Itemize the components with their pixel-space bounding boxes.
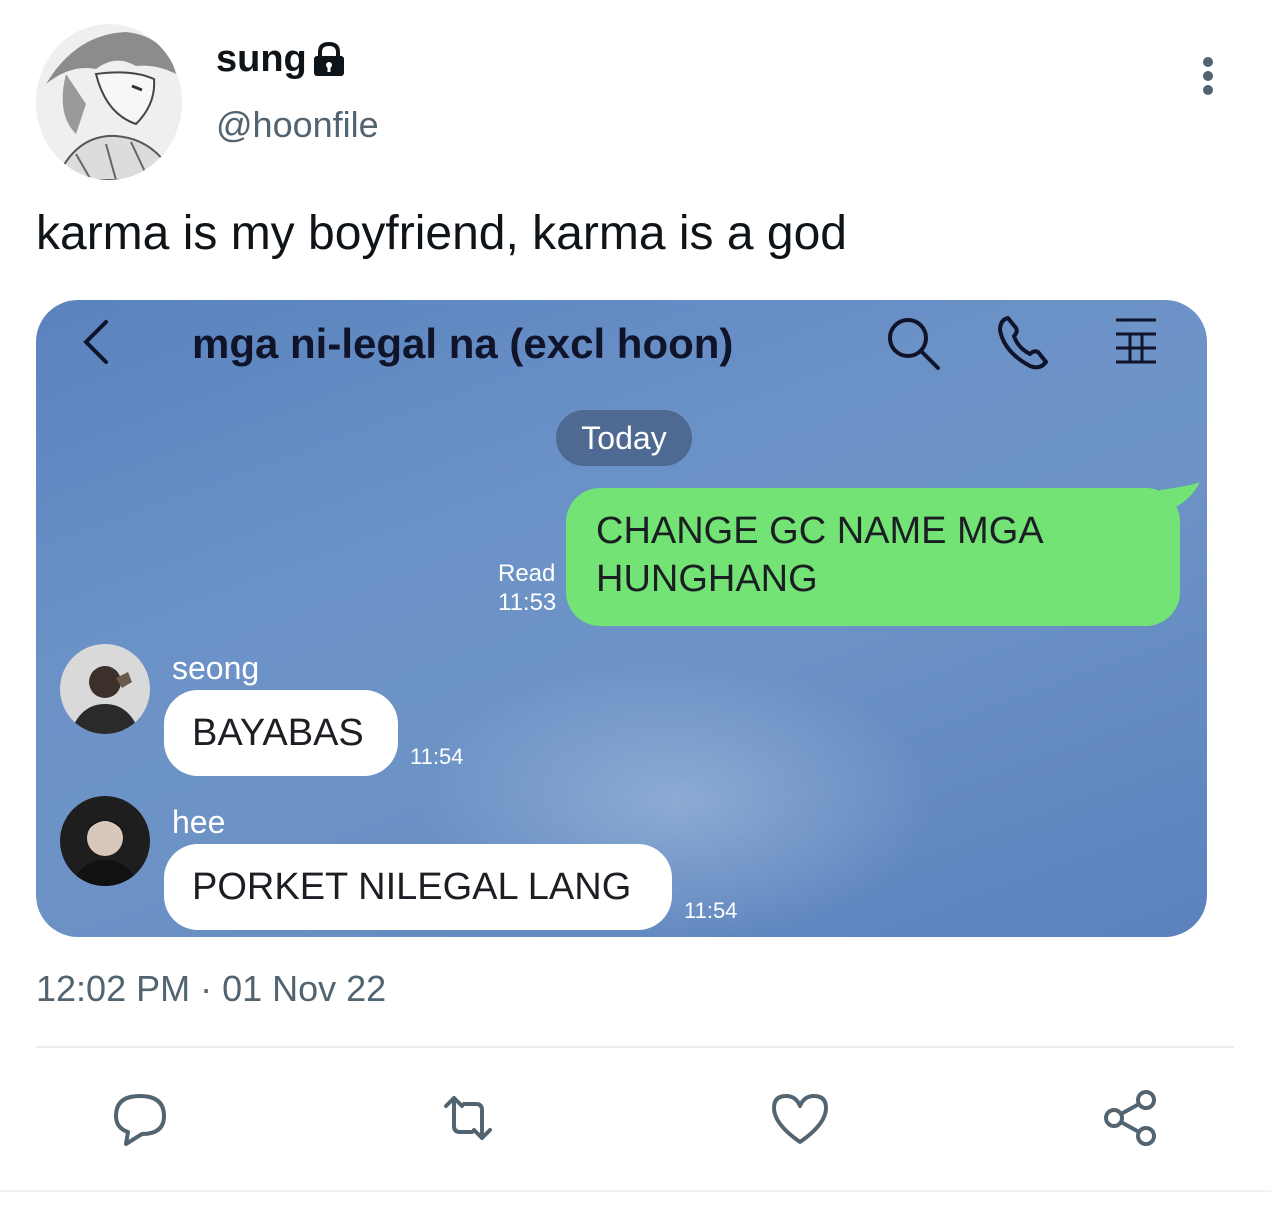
message-time: 11:54 [684, 898, 738, 923]
chat-title: mga ni-legal na (excl hoon) [192, 320, 734, 367]
outgoing-message-text: CHANGE GC NAME MGA HUNGHANG [596, 510, 1042, 600]
incoming-message-text: BAYABAS [192, 711, 364, 754]
incoming-message-text: PORKET NILEGAL LANG [192, 865, 632, 908]
message-time: 11:53 [498, 588, 557, 616]
author-name[interactable]: sung [216, 38, 307, 81]
read-status: Read [498, 560, 556, 587]
chevron-left-icon [83, 320, 108, 364]
tweet-text: karma is my boyfriend, karma is a god [36, 207, 847, 260]
author-handle[interactable]: @hoonfile [216, 104, 379, 146]
message-time: 11:54 [410, 744, 464, 769]
member-name-seong: seong [172, 650, 260, 686]
incoming-bubble-seong: BAYABAS [164, 690, 398, 776]
tweet-media[interactable]: mga ni-legal na (excl hoon) Today Read 1… [36, 300, 1207, 937]
member-avatar-seong [60, 644, 150, 734]
date-pill: Today [556, 410, 692, 466]
retweet-icon[interactable] [436, 1086, 500, 1150]
member-avatar-hee [60, 796, 150, 886]
menu-icon [1116, 318, 1156, 364]
bottom-divider [0, 1190, 1271, 1192]
incoming-bubble-hee: PORKET NILEGAL LANG [164, 844, 672, 930]
divider [36, 1046, 1234, 1048]
reply-icon[interactable] [108, 1086, 172, 1150]
phone-icon [998, 316, 1048, 370]
author-avatar[interactable] [36, 24, 182, 180]
tweet-timestamp[interactable]: 12:02 PM · 01 Nov 22 [36, 968, 386, 1010]
share-icon[interactable] [1098, 1086, 1162, 1150]
member-name-hee: hee [172, 804, 226, 840]
more-options-icon[interactable] [1196, 56, 1220, 96]
like-icon[interactable] [768, 1086, 832, 1150]
search-icon [888, 318, 940, 370]
read-receipt: Read 11:53 [498, 560, 556, 618]
lock-icon [314, 42, 344, 76]
